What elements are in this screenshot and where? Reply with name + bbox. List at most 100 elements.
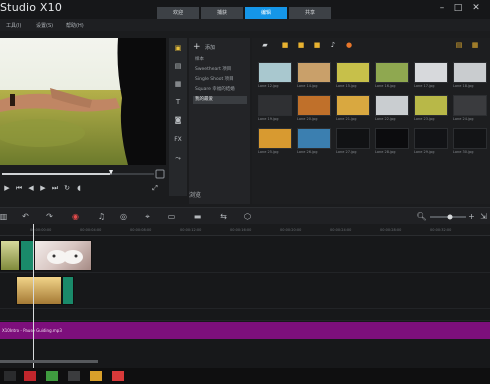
thumbnail-view-icon[interactable]: ▦ <box>470 41 480 50</box>
music-note-icon[interactable]: ♪ <box>328 41 338 50</box>
auto-music-icon[interactable]: ◎ <box>118 211 129 222</box>
undo-icon[interactable]: ↶ <box>20 211 31 222</box>
ruler-tick: 00:00:08:00 <box>130 228 152 232</box>
media-thumbnail[interactable]: Lone 16.jpg <box>375 62 409 89</box>
track-divider <box>0 272 490 273</box>
taskbar-app-icon[interactable] <box>68 371 80 381</box>
tab-capture[interactable]: 捕获 <box>201 7 243 19</box>
storyboard-view-icon[interactable]: ▥ <box>0 211 9 222</box>
preview-scrubber[interactable] <box>0 168 166 180</box>
thumbnail-caption: Lone 14.jpg <box>297 84 318 88</box>
media-thumbnail[interactable]: Lone 18.jpg <box>453 62 487 89</box>
photo-clip[interactable] <box>34 240 92 271</box>
go-to-end-icon[interactable]: ⏭ <box>50 183 60 193</box>
folder-item[interactable]: Sweetheart 项目 <box>193 66 247 74</box>
browse-label[interactable]: 浏览 <box>189 190 201 199</box>
go-to-start-icon[interactable]: ⏮ <box>14 183 24 193</box>
minimize-icon[interactable]: – <box>436 2 448 14</box>
record-capture-icon[interactable]: ◉ <box>70 211 81 222</box>
instant-project-icon[interactable]: ▤ <box>172 60 184 72</box>
import-folder-icon[interactable]: ▰ <box>260 41 270 50</box>
thumbnail-caption: Lone 16.jpg <box>375 84 396 88</box>
preview-window <box>0 38 166 165</box>
title-icon[interactable]: T <box>172 96 184 108</box>
overlay-transition-clip[interactable] <box>62 276 74 305</box>
media-thumbnail[interactable]: Lone 25.jpg <box>258 128 292 155</box>
overlay-clip[interactable] <box>16 276 62 305</box>
maximize-icon[interactable]: □ <box>452 2 464 14</box>
taskbar-app-icon[interactable] <box>112 371 124 381</box>
transition-icon[interactable]: ▦ <box>172 78 184 90</box>
media-category-icon[interactable]: ▣ <box>172 42 184 54</box>
media-thumbnail[interactable]: Lone 17.jpg <box>414 62 448 89</box>
media-toolbar: ▰ ■ ■ ■ ♪ ● ▤ ▦ <box>252 38 490 54</box>
filter-icon[interactable]: FX <box>172 134 184 146</box>
play-icon[interactable]: ▶ <box>2 183 12 193</box>
graphics-icon[interactable]: ◙ <box>172 114 184 126</box>
list-view-icon[interactable]: ▤ <box>454 41 464 50</box>
enlarge-icon[interactable]: ⤢ <box>150 183 160 193</box>
zoom-slider[interactable] <box>430 214 466 220</box>
folder-item-selected[interactable]: 我的最爱 <box>193 96 247 104</box>
previous-frame-icon[interactable]: ◀ <box>26 183 36 193</box>
media-thumbnail[interactable]: Lone 21.jpg <box>336 95 370 122</box>
taskbar-app-icon[interactable] <box>4 371 16 381</box>
music-track-clip[interactable]: X10Intro - Pause Guiding.mp3 <box>0 322 490 339</box>
thumbnail-image <box>297 62 331 83</box>
zoom-out-icon[interactable]: 🔍︎ <box>416 211 427 222</box>
menu-tools[interactable]: 工具(I) <box>6 22 21 29</box>
add-folder-icon[interactable]: + <box>193 42 201 52</box>
media-thumbnail[interactable]: Lone 26.jpg <box>297 128 331 155</box>
media-thumbnail[interactable]: Lone 15.jpg <box>336 62 370 89</box>
add-folder-label[interactable]: 添加 <box>205 44 215 51</box>
tab-welcome[interactable]: 欢迎 <box>157 7 199 19</box>
motion-tracking-icon[interactable]: ⌖ <box>142 211 153 222</box>
media-thumbnail[interactable]: Lone 22.jpg <box>375 95 409 122</box>
show-audio-icon[interactable]: ■ <box>312 41 322 50</box>
timeline-scrollbar[interactable] <box>0 360 98 363</box>
library-category-bar: ▣ ▤ ▦ T ◙ FX ⤳ <box>169 38 187 196</box>
media-thumbnail[interactable]: Lone 12.jpg <box>258 62 292 89</box>
folder-item[interactable]: Square 幸福的结婚 <box>193 86 247 94</box>
sound-mixer-icon[interactable]: ♫ <box>96 211 107 222</box>
playhead[interactable] <box>33 224 34 368</box>
folder-item[interactable]: Single Shoot 项目 <box>193 76 247 84</box>
volume-icon[interactable]: ◖ <box>74 183 84 193</box>
menu-settings[interactable]: 设置(S) <box>36 22 53 29</box>
media-thumbnail[interactable]: Lone 29.jpg <box>414 128 448 155</box>
media-thumbnail[interactable]: Lone 27.jpg <box>336 128 370 155</box>
thumbnail-caption: Lone 12.jpg <box>258 84 279 88</box>
repeat-icon[interactable]: ↻ <box>62 183 72 193</box>
video-clip[interactable] <box>0 240 20 271</box>
media-thumbnail[interactable]: Lone 14.jpg <box>297 62 331 89</box>
tab-share[interactable]: 共享 <box>289 7 331 19</box>
subtitle-editor-icon[interactable]: ▭ <box>166 211 177 222</box>
path-icon[interactable]: ⤳ <box>172 152 184 164</box>
next-frame-icon[interactable]: ▶ <box>38 183 48 193</box>
timeline-tracks <box>0 236 490 368</box>
taskbar-app-icon[interactable] <box>24 371 36 381</box>
mask-creator-icon[interactable]: ⬡ <box>242 211 253 222</box>
show-video-icon[interactable]: ■ <box>280 41 290 50</box>
redo-icon[interactable]: ↷ <box>44 211 55 222</box>
media-thumbnail[interactable]: Lone 30.jpg <box>453 128 487 155</box>
taskbar-app-icon[interactable] <box>46 371 58 381</box>
menu-help[interactable]: 帮助(H) <box>66 22 84 29</box>
taskbar-app-icon[interactable] <box>90 371 102 381</box>
media-thumbnail[interactable]: Lone 28.jpg <box>375 128 409 155</box>
media-thumbnail[interactable]: Lone 19.jpg <box>258 95 292 122</box>
tab-edit[interactable]: 编辑 <box>245 7 287 19</box>
close-icon[interactable]: ✕ <box>470 2 482 14</box>
show-photo-icon[interactable]: ■ <box>296 41 306 50</box>
time-remapping-icon[interactable]: ⇆ <box>218 211 229 222</box>
multi-camera-icon[interactable]: ▬ <box>192 211 203 222</box>
timeline-ruler[interactable]: 00:00:00:00 00:00:04:00 00:00:08:00 00:0… <box>0 224 490 236</box>
zoom-in-icon[interactable]: + <box>466 211 477 222</box>
media-thumbnail[interactable]: Lone 24.jpg <box>453 95 487 122</box>
media-thumbnail[interactable]: Lone 20.jpg <box>297 95 331 122</box>
sort-icon[interactable]: ● <box>344 41 354 50</box>
transition-clip[interactable] <box>20 240 34 271</box>
media-thumbnail[interactable]: Lone 23.jpg <box>414 95 448 122</box>
fit-project-icon[interactable]: ⇲ <box>478 211 489 222</box>
folder-item[interactable]: 样本 <box>193 56 247 64</box>
